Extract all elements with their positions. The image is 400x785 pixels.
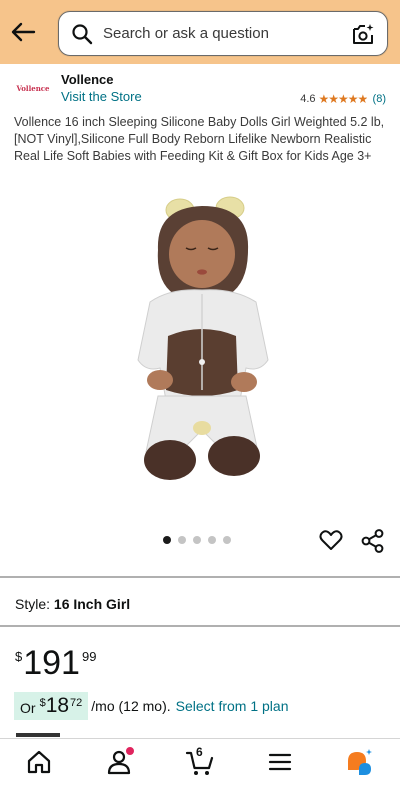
rating-count[interactable]: (8)	[373, 93, 386, 105]
account-nav[interactable]	[104, 747, 134, 777]
style-value: 16 Inch Girl	[53, 596, 131, 612]
installment-term: /mo (12 mo).	[91, 698, 171, 714]
carousel-dot[interactable]	[178, 536, 186, 544]
brand-logo-text: Vollence	[16, 83, 50, 93]
installment-fraction: 72	[70, 697, 83, 709]
brand-name[interactable]: Vollence	[61, 72, 114, 87]
style-label: Style:	[15, 596, 51, 612]
camera-search-icon[interactable]	[351, 22, 375, 46]
search-input[interactable]	[103, 12, 343, 55]
price-symbol: $	[15, 649, 23, 664]
star-rating-icon: ★★★★★	[318, 92, 367, 106]
installment-price-badge: Or $ 18 72	[14, 692, 89, 720]
product-title: Vollence 16 inch Sleeping Silicone Baby …	[14, 115, 385, 163]
brand-logo[interactable]: Vollence	[14, 72, 52, 104]
notification-dot	[126, 747, 134, 755]
style-selector[interactable]: Style: 16 Inch Girl	[15, 596, 130, 612]
price-whole: 191	[23, 644, 80, 682]
visit-store-link[interactable]: Visit the Store	[61, 89, 142, 104]
bottom-navigation: 6	[0, 738, 400, 785]
home-icon[interactable]	[24, 747, 54, 777]
cart-nav[interactable]: 6	[185, 745, 215, 777]
carousel-dot[interactable]	[193, 536, 201, 544]
section-divider	[0, 576, 400, 578]
ai-assistant-icon[interactable]	[344, 747, 374, 777]
installment-offer: Or $ 18 72 /mo (12 mo). Select from 1 pl…	[14, 692, 289, 720]
back-arrow-icon[interactable]	[8, 18, 38, 46]
partially-hidden-text	[16, 733, 76, 737]
carousel-dot[interactable]	[163, 536, 171, 544]
image-carousel-indicator[interactable]	[163, 536, 231, 544]
heart-icon[interactable]	[318, 527, 344, 553]
rating-summary[interactable]: 4.6 ★★★★★ (8)	[300, 92, 386, 106]
installment-whole: 18	[45, 694, 70, 717]
share-icon[interactable]	[360, 528, 386, 554]
product-price: $ 191 99	[15, 645, 96, 681]
section-divider	[0, 625, 400, 627]
price-fraction: 99	[81, 649, 97, 664]
rating-value: 4.6	[300, 93, 316, 105]
installment-prefix: Or	[20, 700, 36, 716]
cart-count: 6	[196, 745, 203, 759]
select-plan-link[interactable]: Select from 1 plan	[176, 698, 289, 714]
product-image[interactable]	[110, 190, 290, 500]
search-bar[interactable]	[58, 11, 388, 56]
top-header	[0, 0, 400, 64]
carousel-dot[interactable]	[208, 536, 216, 544]
menu-icon[interactable]	[265, 747, 295, 777]
carousel-dot[interactable]	[223, 536, 231, 544]
search-icon	[72, 24, 93, 45]
